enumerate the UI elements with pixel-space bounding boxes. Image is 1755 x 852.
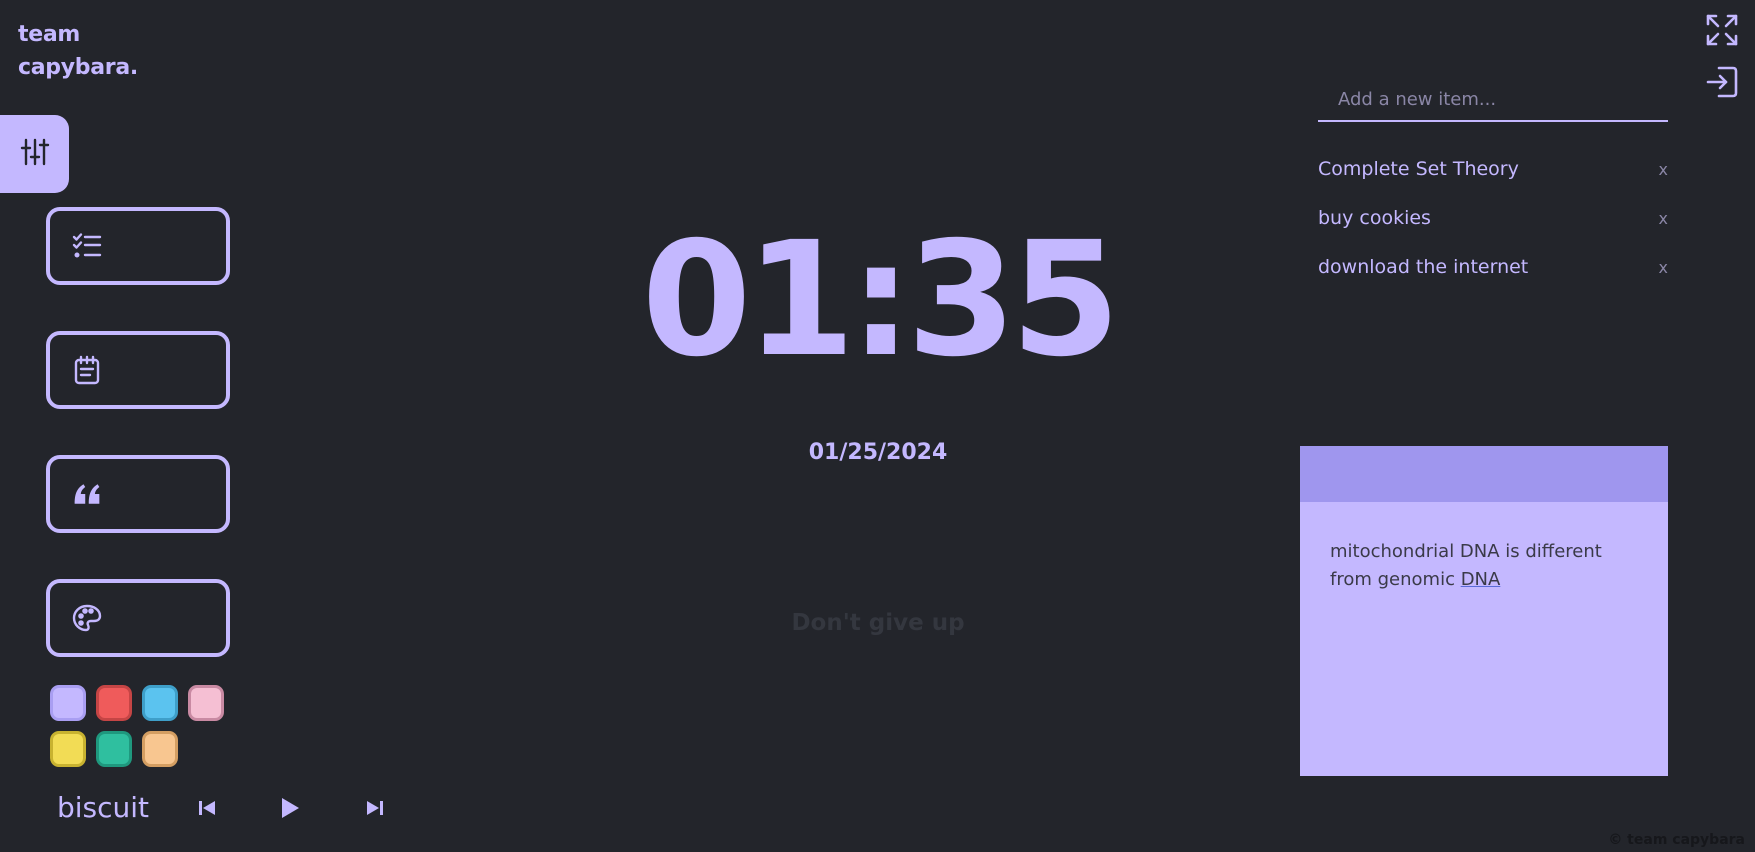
- sticky-note-text-misspelled: DNA: [1460, 569, 1501, 590]
- todo-list-item: Complete Set Theory x: [1318, 154, 1668, 184]
- sticky-note-text[interactable]: mitochondrial DNA is different from geno…: [1300, 502, 1668, 630]
- todo-item-text[interactable]: buy cookies: [1318, 207, 1431, 229]
- quote-widget-button[interactable]: [46, 455, 230, 533]
- music-track-title: biscuit: [57, 791, 150, 824]
- todo-new-item-input[interactable]: [1318, 78, 1668, 122]
- next-track-button[interactable]: [361, 796, 389, 824]
- clock-date: 01/25/2024: [808, 440, 948, 465]
- motivational-quote: Don't give up: [791, 610, 965, 636]
- color-swatch-red[interactable]: [96, 685, 132, 721]
- color-swatch-peach[interactable]: [142, 731, 178, 767]
- todo-list-item: download the internet x: [1318, 252, 1668, 282]
- play-icon: [279, 796, 301, 824]
- notepad-icon: [72, 355, 102, 385]
- brand-logo: team capybara.: [18, 18, 138, 84]
- todo-remove-button[interactable]: x: [1659, 160, 1668, 179]
- color-swatch-yellow[interactable]: [50, 731, 86, 767]
- logout-button[interactable]: [1704, 66, 1740, 102]
- palette-icon: [72, 603, 102, 633]
- todo-widget-button[interactable]: [46, 207, 230, 285]
- color-swatch-pink[interactable]: [188, 685, 224, 721]
- sliders-icon: [20, 137, 50, 171]
- brand-line-1: team: [18, 22, 81, 47]
- play-button[interactable]: [276, 796, 304, 824]
- todo-item-text[interactable]: download the internet: [1318, 256, 1528, 278]
- settings-toggle-button[interactable]: [0, 115, 69, 193]
- checklist-icon: [72, 231, 102, 261]
- color-swatch-blue[interactable]: [142, 685, 178, 721]
- sticky-note: mitochondrial DNA is different from geno…: [1300, 446, 1668, 776]
- todo-item-text[interactable]: Complete Set Theory: [1318, 158, 1519, 180]
- skip-back-icon: [197, 798, 217, 822]
- quote-icon: [72, 479, 102, 509]
- brand-line-2: capybara.: [18, 55, 138, 80]
- color-swatch-teal[interactable]: [96, 731, 132, 767]
- copyright-footer: © team capybara: [1608, 832, 1745, 848]
- logout-icon: [1705, 65, 1739, 103]
- theme-widget-button[interactable]: [46, 579, 230, 657]
- fullscreen-button[interactable]: [1704, 14, 1740, 50]
- color-swatch-lavender[interactable]: [50, 685, 86, 721]
- notes-widget-button[interactable]: [46, 331, 230, 409]
- expand-icon: [1705, 13, 1739, 51]
- todo-list-item: buy cookies x: [1318, 203, 1668, 233]
- todo-remove-button[interactable]: x: [1659, 258, 1668, 277]
- clock-time: 01:35: [641, 208, 1121, 392]
- previous-track-button[interactable]: [193, 796, 221, 824]
- todo-remove-button[interactable]: x: [1659, 209, 1668, 228]
- sticky-note-header[interactable]: [1300, 446, 1668, 502]
- skip-forward-icon: [365, 798, 385, 822]
